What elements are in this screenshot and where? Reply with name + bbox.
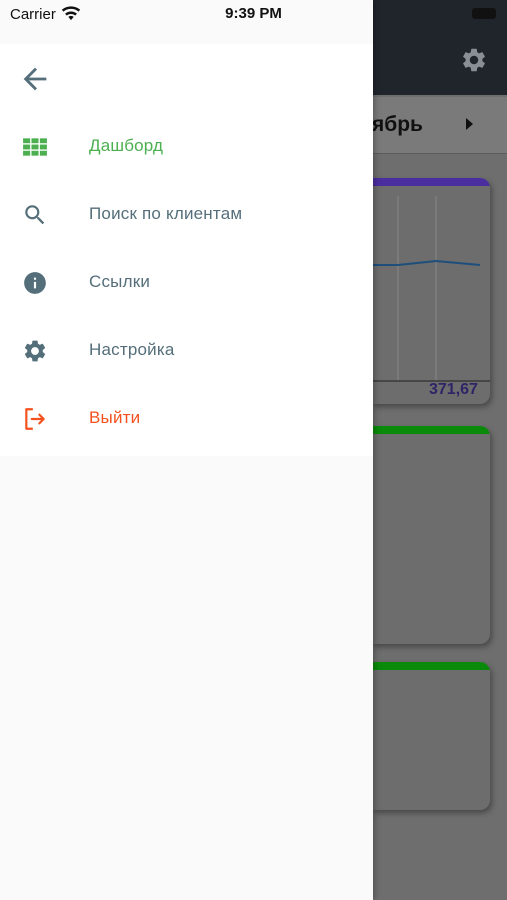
card-accent-strip: [372, 426, 490, 434]
search-icon: [25, 205, 45, 225]
card-value: 371,67: [429, 381, 478, 398]
navigation-drawer: Carrier Дашборд Поиск по клиентам Ссылки…: [0, 0, 373, 900]
next-month-icon[interactable]: [466, 118, 473, 130]
status-time: 9:39 PM: [225, 5, 282, 22]
menu-item-client-search[interactable]: Поиск по клиентам: [0, 180, 373, 248]
menu-item-label: Ссылки: [89, 272, 151, 291]
stats-card-3: [372, 662, 490, 810]
month-label: ябрь: [372, 113, 423, 136]
drawer-menu: Дашборд Поиск по клиентам Ссылки Настрой…: [0, 44, 373, 456]
stats-card-2: [372, 426, 490, 644]
header-settings-icon[interactable]: [460, 46, 488, 74]
menu-item-dashboard[interactable]: Дашборд: [0, 112, 373, 180]
menu-item-logout[interactable]: Выйти: [0, 384, 373, 452]
gear-icon: [24, 340, 46, 362]
menu-item-links[interactable]: Ссылки: [0, 248, 373, 316]
back-arrow-icon[interactable]: [18, 62, 52, 96]
card-line-chart: [372, 196, 490, 382]
logout-icon: [25, 408, 45, 430]
card-accent-strip: [372, 662, 490, 670]
menu-item-label: Поиск по клиентам: [89, 204, 243, 223]
menu-item-settings[interactable]: Настройка: [0, 316, 373, 384]
menu-item-label: Дашборд: [89, 136, 164, 155]
menu-item-label: Выйти: [89, 408, 141, 427]
menu-item-label: Настройка: [89, 340, 175, 359]
info-icon: [24, 272, 46, 294]
dashboard-grid-icon: [23, 138, 47, 156]
card-accent-strip: [372, 178, 490, 186]
